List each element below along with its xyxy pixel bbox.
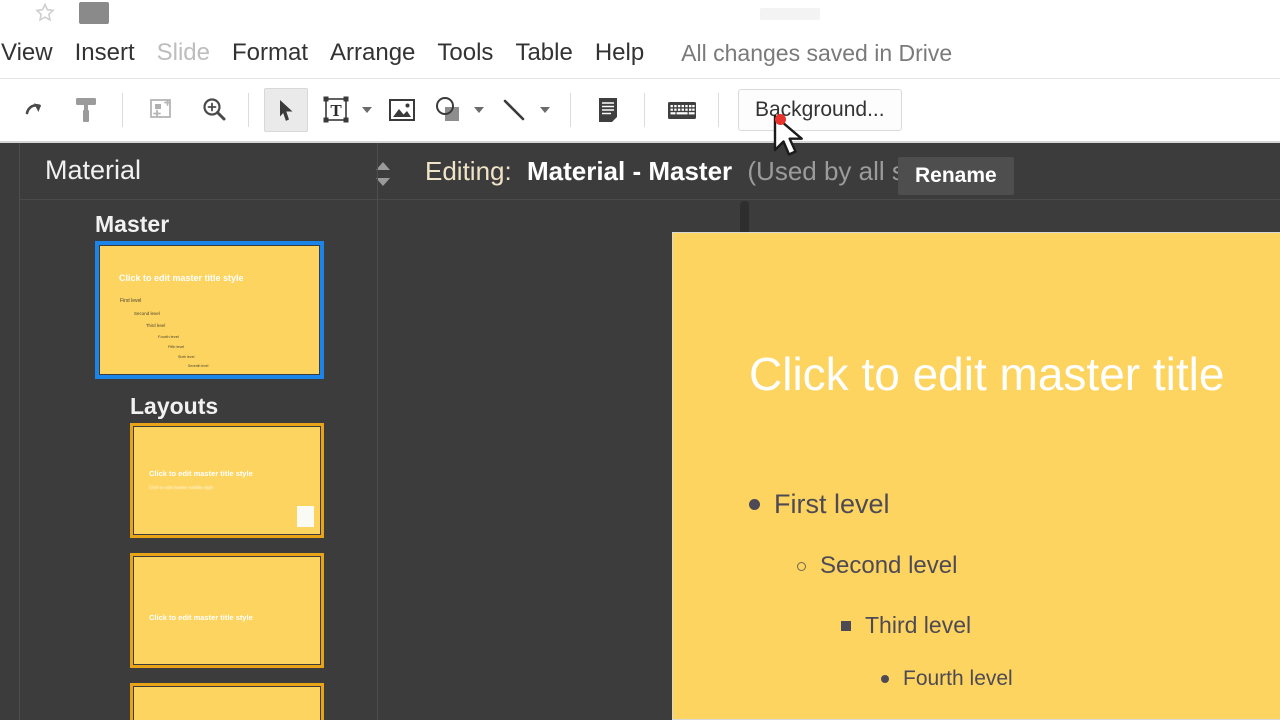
layout-2-slide: Click to edit master title style xyxy=(134,557,320,664)
bullet-text-level-4: Fourth level xyxy=(903,667,1013,690)
filmstrip-panel: Material Master Click to edit master tit… xyxy=(20,143,749,720)
menu-bar: View Insert Slide Format Arrange Tools T… xyxy=(0,28,1280,78)
layout-3-slide: Click to edit master title style xyxy=(134,687,320,720)
toolbar-separator-4 xyxy=(644,93,645,127)
bullet-level-3[interactable]: Third level xyxy=(749,597,1013,654)
layout-2-title: Click to edit master title style xyxy=(149,613,253,622)
menu-item-slide: Slide xyxy=(156,39,210,66)
editing-master-name: Material - Master xyxy=(526,156,733,186)
background-button[interactable]: Background... xyxy=(738,89,902,131)
layout-1-slide: Click to edit master title style Click t… xyxy=(134,427,320,534)
master-thumbnail-slide: Click to edit master title style First l… xyxy=(100,246,319,374)
rename-button[interactable]: Rename xyxy=(898,157,1014,195)
editing-prefix: Editing: xyxy=(425,156,512,186)
bullet-marker-level-3 xyxy=(841,620,851,631)
workspace: Material Master Click to edit master tit… xyxy=(0,143,1280,720)
line-icon[interactable] xyxy=(492,88,536,132)
layout-1-subtitle: Click to edit master subtitle style xyxy=(149,485,214,490)
svg-text:T: T xyxy=(330,101,342,120)
filmstrip-list[interactable]: Master Click to edit master title style … xyxy=(20,201,398,720)
google-slides-master-editor: View Insert Slide Format Arrange Tools T… xyxy=(0,0,1280,720)
bullet-marker-level-2 xyxy=(797,561,806,571)
keyboard-icon[interactable] xyxy=(660,88,704,132)
toolbar-separator-2 xyxy=(248,93,249,127)
master-thumb-bullet-4: Fourth level xyxy=(158,334,179,339)
bullet-level-1[interactable]: First level xyxy=(749,473,1013,535)
layout-thumbnail-2[interactable]: Click to edit master title style xyxy=(130,553,324,668)
theme-name-label: Material xyxy=(45,155,142,185)
bullet-text-level-2: Second level xyxy=(820,552,958,579)
click-point-marker xyxy=(775,114,786,125)
menu-item-view[interactable]: View xyxy=(0,28,64,78)
bullet-level-4[interactable]: Fourth level xyxy=(749,654,1013,704)
editing-header-bar: Editing: Material - Master (Used by all … xyxy=(398,143,1280,200)
master-group-label: Master xyxy=(95,211,170,237)
layout-thumbnail-1[interactable]: Click to edit master title style Click t… xyxy=(130,423,324,538)
layout-1-corner-box xyxy=(297,506,314,527)
toolbar-separator-5 xyxy=(718,93,719,127)
menu-item-help[interactable]: Help xyxy=(584,28,655,78)
layout-thumbnail-3[interactable]: Click to edit master title style xyxy=(130,683,324,720)
slide-canvas-area[interactable]: Click to edit master title First level S… xyxy=(398,201,1280,720)
select-cursor-icon[interactable] xyxy=(264,88,308,132)
filmstrip-scrollbar-track[interactable] xyxy=(380,201,749,720)
star-outline-icon[interactable] xyxy=(33,1,57,25)
titlebar-placeholder xyxy=(760,8,820,20)
master-body-placeholder[interactable]: First level Second level Third level Fou… xyxy=(749,473,1013,704)
menu-item-table[interactable]: Table xyxy=(504,28,583,78)
layout-1-title: Click to edit master title style xyxy=(149,469,253,478)
master-thumb-bullet-5: Fifth level xyxy=(168,345,185,349)
bullet-text-level-1: First level xyxy=(774,488,890,519)
editing-label-group: Editing: Material - Master (Used by all … xyxy=(425,156,967,187)
menu-item-format[interactable]: Format xyxy=(221,28,319,78)
sort-updown-icon[interactable] xyxy=(370,162,396,186)
undo-icon[interactable] xyxy=(0,88,14,132)
line-dropdown-caret-icon[interactable] xyxy=(536,88,554,132)
master-thumb-bullet-2: Second level xyxy=(134,311,160,316)
master-title-placeholder[interactable]: Click to edit master title xyxy=(749,347,1224,401)
save-status-text: All changes saved in Drive xyxy=(681,39,953,66)
new-slide-icon[interactable] xyxy=(140,88,184,132)
comment-icon[interactable] xyxy=(586,88,630,132)
menu-item-insert[interactable]: Insert xyxy=(64,28,146,78)
move-to-folder-icon[interactable] xyxy=(79,2,109,24)
master-thumbnail[interactable]: Click to edit master title style First l… xyxy=(95,241,324,379)
bullet-marker-level-1 xyxy=(749,498,760,510)
bullet-level-2[interactable]: Second level xyxy=(749,535,1013,597)
paint-format-icon[interactable] xyxy=(64,88,108,132)
filmstrip-right-edge xyxy=(377,143,378,720)
title-bar xyxy=(0,0,1280,28)
layouts-group-label: Layouts xyxy=(130,393,219,419)
toolbar-separator-3 xyxy=(570,93,571,127)
bullet-text-level-3: Third level xyxy=(865,612,972,638)
master-slide-editor[interactable]: Click to edit master title First level S… xyxy=(672,232,1280,720)
text-box-icon[interactable]: T xyxy=(314,88,358,132)
master-thumb-bullet-1: First level xyxy=(120,298,142,304)
shape-icon[interactable] xyxy=(426,88,470,132)
toolbar: T Background... xyxy=(0,79,1280,141)
filmstrip-header: Material xyxy=(20,143,398,200)
redo-icon[interactable] xyxy=(14,88,58,132)
bullet-marker-level-4 xyxy=(881,675,889,683)
menu-item-tools[interactable]: Tools xyxy=(426,28,504,78)
master-thumb-title: Click to edit master title style xyxy=(119,273,244,283)
master-thumb-bullet-3: Third level xyxy=(146,323,166,328)
menu-item-arrange[interactable]: Arrange xyxy=(319,28,426,78)
toolbar-separator-1 xyxy=(122,93,123,127)
text-box-dropdown-caret-icon[interactable] xyxy=(358,88,376,132)
master-thumb-bullet-7: Seventh level xyxy=(188,364,209,368)
master-thumb-bullet-6: Sixth level xyxy=(178,355,195,359)
shape-dropdown-caret-icon[interactable] xyxy=(470,88,488,132)
zoom-icon[interactable] xyxy=(192,88,236,132)
insert-image-icon[interactable] xyxy=(380,88,424,132)
